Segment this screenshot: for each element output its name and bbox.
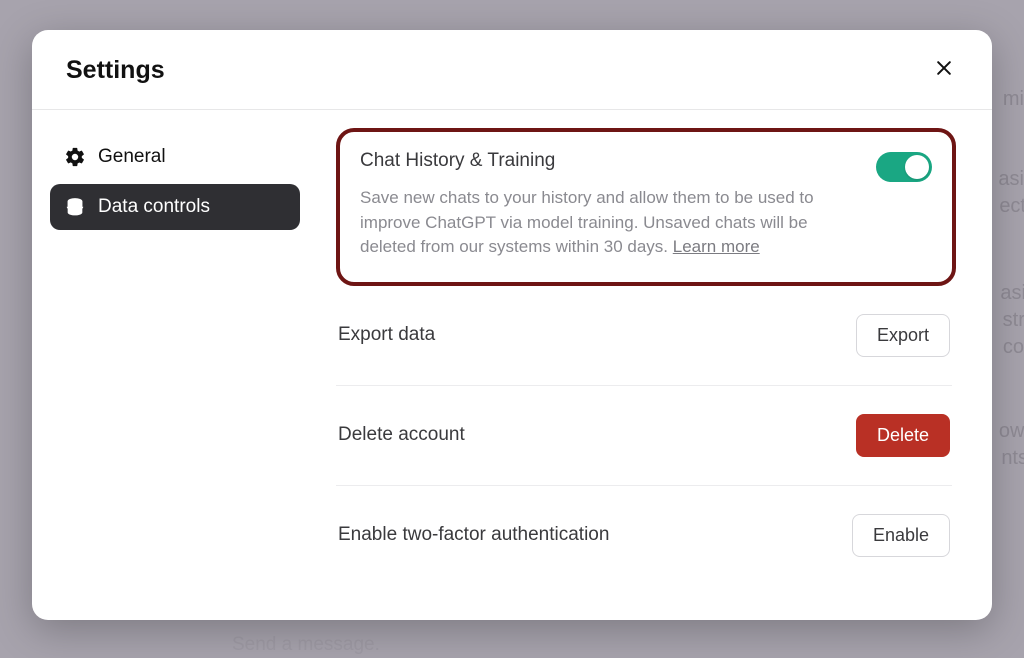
chat-history-description: Save new chats to your history and allow… bbox=[360, 186, 858, 260]
background-text: stru bbox=[1003, 309, 1024, 332]
close-button[interactable] bbox=[930, 57, 958, 85]
modal-header: Settings bbox=[32, 30, 992, 110]
sidebar-item-general[interactable]: General bbox=[50, 134, 300, 180]
chat-history-text-block: Chat History & Training Save new chats t… bbox=[360, 150, 858, 260]
chat-history-toggle[interactable] bbox=[876, 152, 932, 182]
delete-account-row: Delete account Delete bbox=[336, 386, 952, 486]
modal-title: Settings bbox=[66, 56, 165, 85]
background-text: asic bbox=[998, 168, 1024, 191]
database-icon bbox=[64, 196, 86, 218]
chat-history-row: Chat History & Training Save new chats t… bbox=[360, 150, 932, 260]
toggle-knob bbox=[905, 155, 929, 179]
gear-icon bbox=[64, 146, 86, 168]
two-factor-label: Enable two-factor authentication bbox=[338, 524, 609, 546]
background-text: mi bbox=[1003, 88, 1024, 111]
delete-account-label: Delete account bbox=[338, 424, 465, 446]
settings-rows: Export data Export Delete account Delete… bbox=[336, 286, 956, 585]
export-button[interactable]: Export bbox=[856, 314, 950, 357]
settings-modal: Settings General Data controls bbox=[32, 30, 992, 620]
export-data-label: Export data bbox=[338, 324, 435, 346]
modal-body: General Data controls Chat History & Tra… bbox=[32, 110, 992, 620]
background-text: co bbox=[1003, 336, 1024, 359]
background-message-input-placeholder: Send a message. bbox=[232, 634, 380, 656]
sidebar-item-data-controls[interactable]: Data controls bbox=[50, 184, 300, 230]
export-data-row: Export data Export bbox=[336, 286, 952, 386]
settings-sidebar: General Data controls bbox=[50, 134, 308, 596]
enable-2fa-button[interactable]: Enable bbox=[852, 514, 950, 557]
settings-content: Chat History & Training Save new chats t… bbox=[308, 134, 974, 596]
background-text: owle bbox=[999, 420, 1024, 443]
background-text: ect bbox=[999, 195, 1024, 218]
chat-history-title: Chat History & Training bbox=[360, 150, 858, 172]
chat-history-section-highlight: Chat History & Training Save new chats t… bbox=[336, 128, 956, 286]
background-text: asi bbox=[1000, 282, 1024, 305]
delete-button[interactable]: Delete bbox=[856, 414, 950, 457]
learn-more-link[interactable]: Learn more bbox=[673, 237, 760, 256]
background-text: nts bbox=[1001, 447, 1024, 470]
close-icon bbox=[934, 58, 954, 83]
two-factor-row: Enable two-factor authentication Enable bbox=[336, 486, 952, 585]
sidebar-item-label: Data controls bbox=[98, 196, 210, 218]
sidebar-item-label: General bbox=[98, 146, 166, 168]
